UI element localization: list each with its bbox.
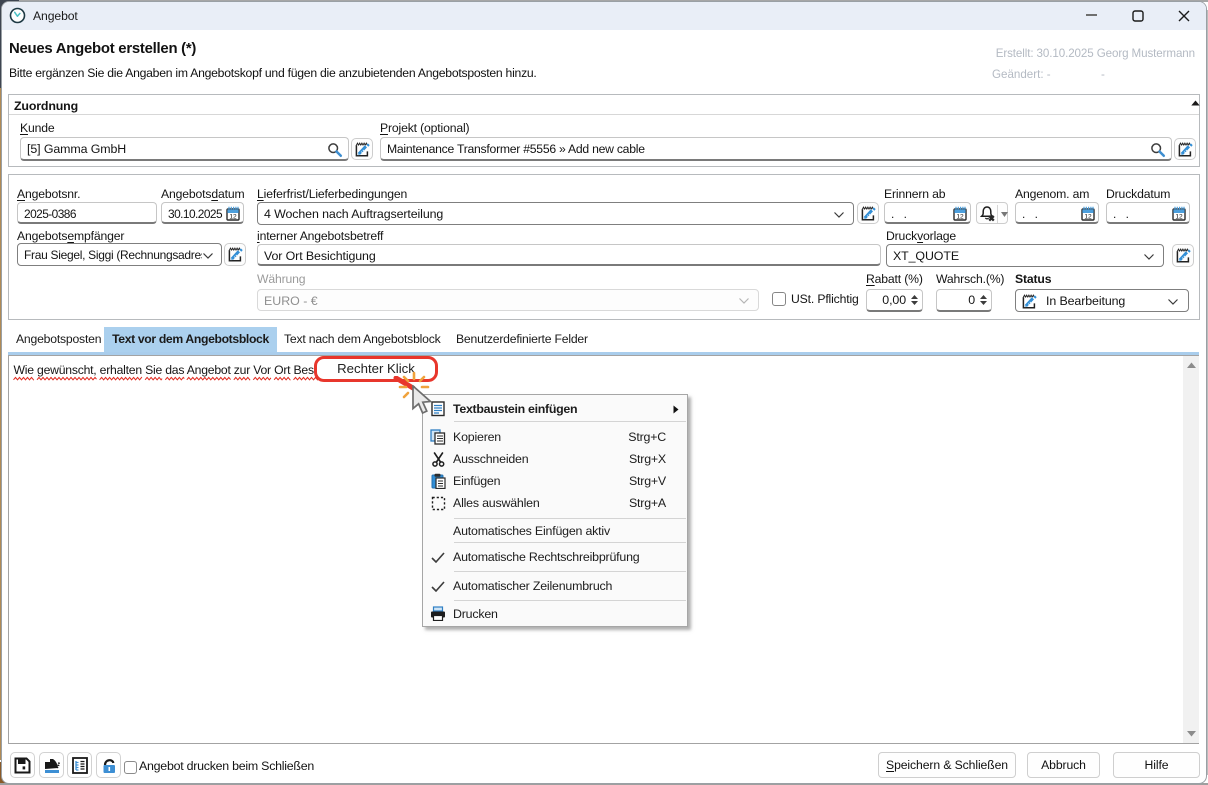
svg-text:12: 12 bbox=[1175, 213, 1183, 220]
svg-text:12: 12 bbox=[229, 213, 237, 220]
svg-text:12: 12 bbox=[956, 213, 964, 220]
svg-text:12: 12 bbox=[1084, 213, 1092, 220]
